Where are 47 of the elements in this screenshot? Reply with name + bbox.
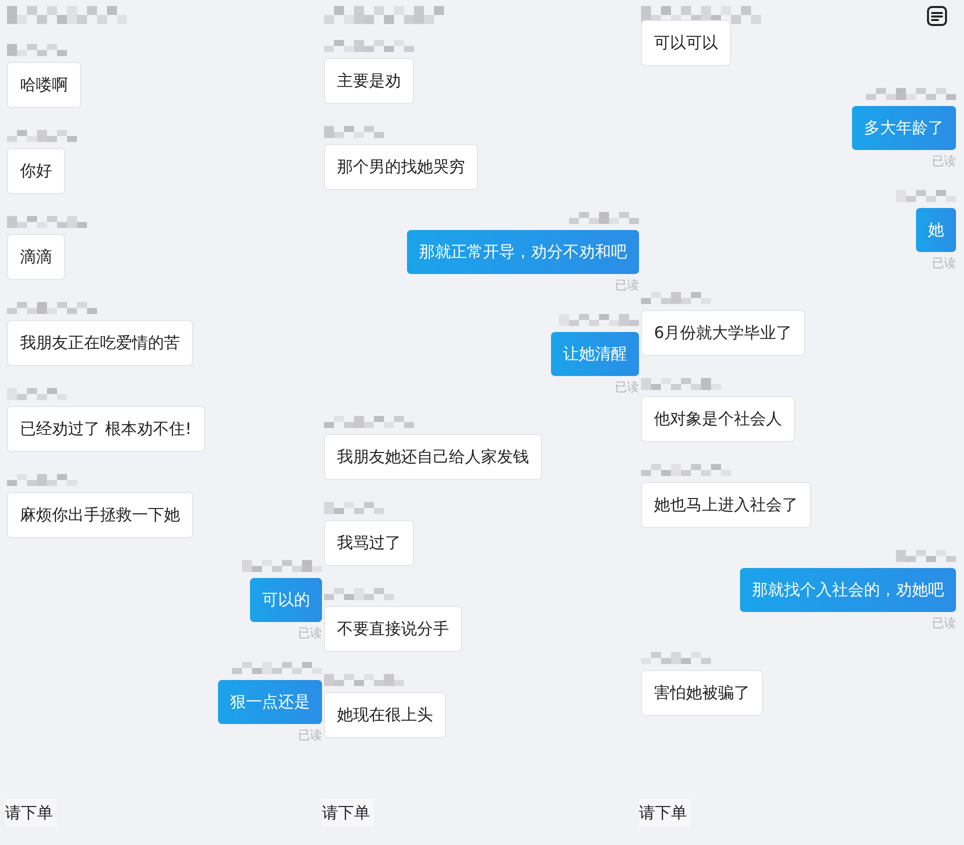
blurred-name	[7, 388, 67, 400]
read-status: 已读	[615, 380, 639, 394]
footer-text: 请下单	[322, 799, 374, 827]
message-bubble: 已经劝过了 根本劝不住!	[7, 406, 204, 452]
blurred-name	[641, 292, 711, 304]
read-status: 已读	[298, 626, 322, 640]
message-bubble: 滴滴	[7, 234, 65, 280]
message-bubble: 6月份就大学毕业了	[641, 310, 806, 356]
blurred-name	[896, 550, 956, 562]
read-status: 已读	[298, 728, 322, 742]
message-bubble: 我朋友正在吃爱情的苦	[7, 320, 193, 366]
message-bubble: 主要是劝	[324, 58, 414, 104]
message-bubble: 麻烦你出手拯救一下她	[7, 492, 193, 538]
message-bubble: 可以可以	[641, 20, 731, 66]
message-bubble: 哈喽啊	[7, 62, 81, 108]
message-bubble: 狠一点还是	[218, 680, 322, 724]
message-bubble: 我朋友她还自己给人家发钱	[324, 434, 542, 480]
message-bubble: 那个男的找她哭穷	[324, 144, 478, 190]
blurred-name	[7, 130, 77, 142]
blurred-name	[896, 190, 956, 202]
message-bubble: 可以的	[250, 578, 322, 622]
message-bubble: 那就正常开导，劝分不劝和吧	[407, 230, 639, 274]
message-bubble: 他对象是个社会人	[641, 396, 795, 442]
message-bubble: 她现在很上头	[324, 692, 446, 738]
blurred-name	[641, 652, 711, 664]
message-bubble: 多大年龄了	[852, 106, 956, 150]
read-status: 已读	[932, 256, 956, 270]
message-bubble: 让她清醒	[551, 332, 639, 376]
notes-icon[interactable]	[926, 5, 948, 27]
footer-text: 请下单	[5, 799, 57, 827]
read-status: 已读	[932, 616, 956, 630]
read-status: 已读	[615, 278, 639, 292]
footer-text: 请下单	[639, 799, 691, 827]
message-bubble: 我骂过了	[324, 520, 414, 566]
blurred-name	[324, 502, 384, 514]
message-bubble: 不要直接说分手	[324, 606, 462, 652]
blurred-name	[7, 474, 77, 486]
message-bubble: 那就找个入社会的，劝她吧	[740, 568, 956, 612]
blurred-name	[324, 126, 384, 138]
message-bubble: 她	[916, 208, 956, 252]
message-bubble: 她也马上进入社会了	[641, 482, 811, 528]
read-status: 已读	[932, 154, 956, 168]
blurred-name	[324, 588, 394, 600]
message-bubble: 害怕她被骗了	[641, 670, 763, 716]
blurred-name	[7, 44, 67, 56]
message-bubble: 你好	[7, 148, 65, 194]
blurred-name	[569, 212, 639, 224]
